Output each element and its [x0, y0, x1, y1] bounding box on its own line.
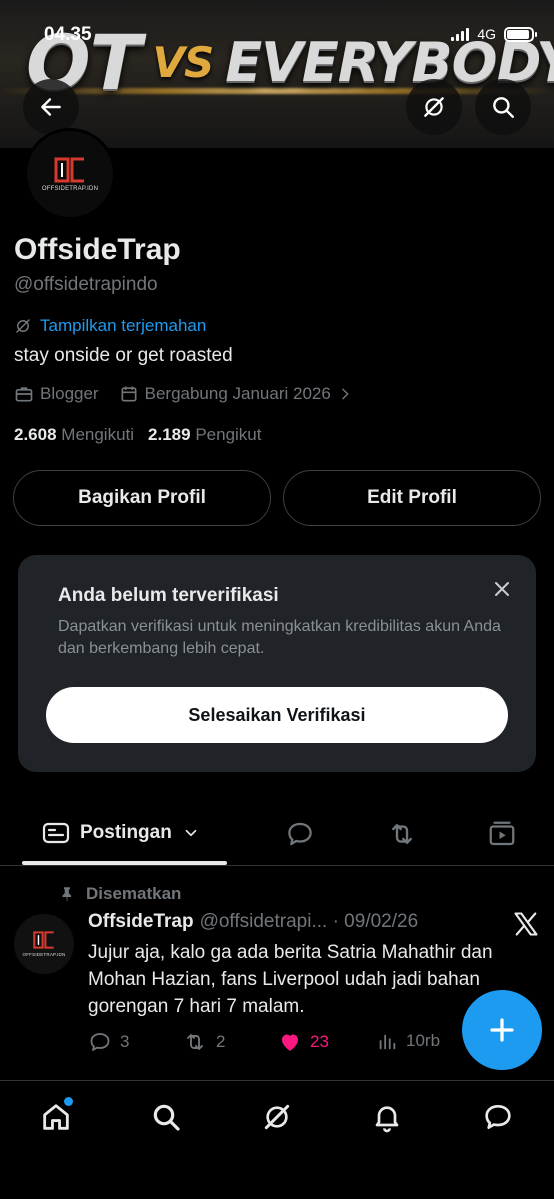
avatar[interactable]: OFFSIDETRAP.IDN [24, 128, 116, 220]
profile-banner[interactable]: OT VS EVERYBODY [0, 0, 554, 148]
profile-tabs: Postingan [0, 800, 554, 866]
network-label: 4G [477, 26, 496, 42]
video-icon [489, 821, 515, 846]
posts-icon [42, 822, 70, 844]
reply-bubble-icon [288, 822, 312, 846]
plus-icon [490, 1018, 514, 1042]
bottom-navigation [0, 1080, 554, 1199]
analytics-icon [379, 1034, 396, 1050]
following-link[interactable]: 2.608 Mengikuti [14, 425, 134, 445]
joined-item[interactable]: Bergabung Januari 2026 [119, 384, 353, 404]
nav-grok[interactable] [257, 1097, 297, 1137]
pinned-indicator: Disematkan [58, 884, 181, 904]
chat-icon [485, 1105, 511, 1129]
nav-search[interactable] [146, 1097, 186, 1137]
follow-stats: 2.608 Mengikuti 2.189 Pengikut [14, 425, 262, 445]
pinned-label: Disematkan [86, 884, 182, 903]
nav-notifications[interactable] [367, 1097, 407, 1137]
search-button[interactable] [475, 79, 531, 135]
post-handle-date: @offsidetrapi... · 09/02/26 [199, 911, 419, 932]
profile-bio: stay onside or get roasted [14, 345, 233, 366]
arrow-left-icon [41, 98, 61, 116]
status-time: 04.35 [44, 24, 92, 45]
offsidetrap-logo [53, 157, 87, 183]
followers-count: 2.189 [148, 425, 191, 444]
tab-replies[interactable] [284, 818, 316, 850]
translate-link[interactable]: Tampilkan terjemahan [14, 316, 206, 336]
category-label: Blogger [40, 384, 99, 403]
profile-handle: @offsidetrapindo [14, 274, 158, 295]
calendar-icon [121, 386, 137, 402]
verification-card: Anda belum terverifikasi Dapatkan verifi… [18, 555, 536, 772]
repost-icon [187, 1034, 203, 1050]
profile-meta: Blogger Bergabung Januari 2026 [14, 384, 353, 404]
tab-posts[interactable]: Postingan [22, 800, 227, 866]
post-avatar-logo-text: OFFSIDETRAP.IDN [22, 952, 66, 957]
avatar-logo-text: OFFSIDETRAP.IDN [41, 185, 99, 192]
chevron-down-icon [185, 829, 197, 837]
reply-button[interactable]: 3 [88, 1030, 129, 1054]
heart-filled-icon [282, 1034, 298, 1051]
profile-name: OffsideTrap [14, 233, 181, 266]
repost-icon [392, 824, 412, 844]
battery-icon [504, 26, 537, 42]
compose-button[interactable] [462, 990, 542, 1070]
search-icon [493, 97, 514, 118]
reply-count: 3 [120, 1032, 130, 1051]
post-header: OffsideTrap @offsidetrapi... · 09/02/26 [88, 911, 418, 933]
joined-label: Bergabung Januari 2026 [144, 384, 331, 403]
share-profile-button[interactable]: Bagikan Profil [13, 470, 271, 526]
tab-media[interactable] [486, 818, 518, 850]
repost-button[interactable]: 2 [182, 1030, 225, 1054]
briefcase-icon [15, 387, 33, 402]
following-label: Mengikuti [61, 425, 135, 444]
edit-profile-button[interactable]: Edit Profil [283, 470, 541, 526]
translate-label: Tampilkan terjemahan [40, 316, 207, 335]
chevron-right-icon [342, 388, 349, 400]
tab-posts-label: Postingan [80, 822, 172, 843]
post-author[interactable]: OffsideTrap [88, 911, 194, 933]
verification-description: Dapatkan verifikasi untuk meningkatkan k… [58, 618, 501, 657]
followers-link[interactable]: 2.189 Pengikut [148, 425, 261, 445]
like-button[interactable]: 23 [278, 1030, 329, 1054]
views-count: 10rb [406, 1031, 441, 1050]
reply-icon [90, 1033, 110, 1051]
notification-dot [64, 1097, 73, 1106]
x-logo-icon [514, 912, 538, 936]
status-icons: 4G [451, 26, 537, 42]
grok-icon [264, 1104, 290, 1130]
repost-count: 2 [216, 1032, 226, 1051]
nav-home[interactable] [36, 1097, 76, 1137]
grok-translate-icon [16, 319, 30, 333]
back-button[interactable] [23, 79, 79, 135]
views-button[interactable]: 10rb [376, 1030, 440, 1052]
nav-messages[interactable] [478, 1097, 518, 1137]
search-icon [153, 1104, 180, 1131]
tab-reposts[interactable] [386, 818, 418, 850]
tab-active-indicator [22, 861, 227, 865]
complete-verification-button[interactable]: Selesaikan Verifikasi [46, 687, 508, 743]
grok-icon [424, 97, 444, 117]
category-item: Blogger [14, 384, 99, 404]
banner-vs: VS [152, 37, 214, 87]
close-icon[interactable] [490, 577, 514, 601]
grok-button[interactable] [406, 79, 462, 135]
following-count: 2.608 [14, 425, 57, 444]
verification-title: Anda belum terverifikasi [58, 585, 279, 606]
offsidetrap-logo [32, 931, 56, 949]
signal-icon [451, 27, 470, 41]
pin-icon [62, 887, 72, 902]
bell-icon [375, 1106, 399, 1133]
like-count: 23 [310, 1032, 329, 1051]
followers-label: Pengikut [195, 425, 262, 444]
post-avatar[interactable]: OFFSIDETRAP.IDN [14, 914, 74, 974]
